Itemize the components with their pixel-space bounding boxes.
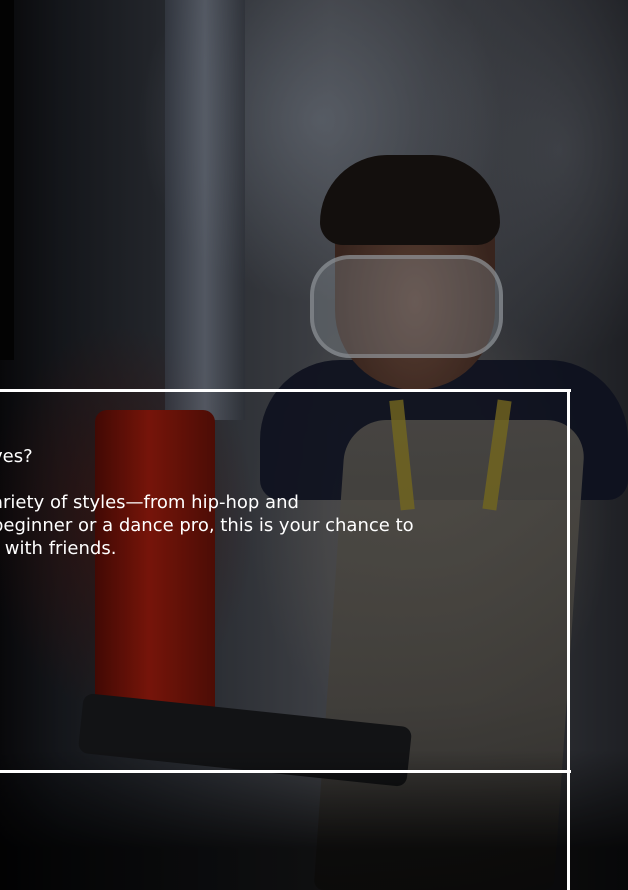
frame-line-top	[0, 389, 571, 392]
description-line: ariety of styles—from hip-hop and	[0, 492, 299, 513]
description-line: beginner or a dance pro, this is your ch…	[0, 515, 414, 536]
frame-line-bottom	[0, 770, 571, 773]
description-line: t with friends.	[0, 538, 117, 559]
card-question: ves?	[0, 446, 33, 467]
card-text: ves? ariety of styles—from hip-hop and b…	[0, 445, 628, 560]
promo-card: ves? ariety of styles—from hip-hop and b…	[0, 0, 628, 890]
